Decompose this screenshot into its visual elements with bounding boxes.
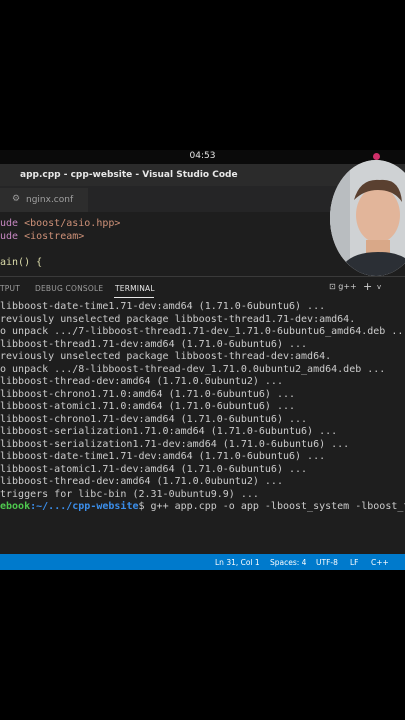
terminal-line: reviously unselected package libboost-th…	[0, 351, 332, 362]
terminal-line: reviously unselected package libboost-th…	[0, 313, 356, 325]
panel-tab-bar: TPUT DEBUG CONSOLE TERMINAL ⊡ g++ + v	[0, 276, 405, 299]
terminal-line: o unpack .../8-libboost-thread-dev_1.71.…	[0, 363, 386, 375]
tab-output[interactable]: TPUT	[0, 284, 20, 293]
terminal-line: libboost-atomic1.71.0:amd64 (1.71.0-6ubu…	[0, 401, 296, 412]
terminal-line: libboost-chrono1.71-dev:amd64 (1.71.0-6u…	[0, 413, 308, 425]
system-clock: 04:53	[189, 151, 216, 161]
terminal-line: o unpack .../7-libboost-thread1.71-dev_1…	[0, 326, 405, 337]
tab-terminal[interactable]: TERMINAL	[115, 284, 155, 293]
recording-indicator-icon	[373, 153, 380, 160]
gear-icon: ⚙	[12, 194, 21, 204]
code-line: ain() {	[0, 257, 43, 268]
window-title: app.cpp - cpp-website - Visual Studio Co…	[20, 170, 238, 180]
terminal-line: libboost-thread-dev:amd64 (1.71.0.0ubunt…	[0, 376, 283, 387]
status-eol[interactable]: LF	[350, 558, 359, 567]
terminal-line: triggers for libc-bin (2.31-0ubuntu9.9) …	[0, 488, 259, 500]
terminal-line: libboost-date-time1.71-dev:amd64 (1.71.0…	[0, 301, 326, 312]
terminal-line: libboost-serialization1.71-dev:amd64 (1.…	[0, 438, 350, 450]
status-language[interactable]: C++	[371, 558, 389, 567]
code-keyword: ude	[0, 218, 19, 229]
tab-nginx-conf[interactable]: ⚙ nginx.conf	[0, 188, 88, 212]
tab-label: nginx.conf	[26, 195, 74, 205]
terminal-line: libboost-date-time1.71-dev:amd64 (1.71.0…	[0, 451, 326, 462]
system-top-bar: 04:53	[0, 150, 405, 164]
terminal-output[interactable]: libboost-date-time1.71-dev:amd64 (1.71.0…	[0, 298, 405, 554]
prompt-user: ebook	[0, 501, 31, 512]
terminal-line: libboost-atomic1.71-dev:amd64 (1.71.0-6u…	[0, 463, 308, 475]
code-line: ude <boost/asio.hpp>	[0, 218, 120, 229]
terminal-line: libboost-thread-dev:amd64 (1.71.0.0ubunt…	[0, 476, 283, 487]
status-encoding[interactable]: UTF-8	[316, 558, 338, 567]
prompt-path: :~/.../cpp-website	[30, 501, 139, 512]
tab-debug-console[interactable]: DEBUG CONSOLE	[35, 284, 103, 293]
terminal-icon: ⊡	[329, 282, 336, 291]
terminal-line: libboost-serialization1.71.0:amd64 (1.71…	[0, 426, 338, 437]
code-string: <iostream>	[18, 231, 85, 242]
status-cursor-position[interactable]: Ln 31, Col 1	[215, 558, 260, 567]
chevron-down-icon[interactable]: v	[377, 283, 381, 291]
new-terminal-icon[interactable]: +	[363, 280, 372, 293]
code-keyword: ude	[0, 231, 19, 242]
terminal-selector[interactable]: ⊡ g++	[329, 282, 357, 291]
terminal-line: libboost-thread1.71-dev:amd64 (1.71.0-6u…	[0, 338, 308, 350]
status-bar: Ln 31, Col 1 Spaces: 4 UTF-8 LF C++	[0, 554, 405, 570]
status-indentation[interactable]: Spaces: 4	[270, 558, 306, 567]
terminal-selector-label: g++	[338, 282, 357, 291]
terminal-line: libboost-chrono1.71.0:amd64 (1.71.0-6ubu…	[0, 388, 296, 400]
prompt-command: $ g++ app.cpp -o app -lboost_system -lbo…	[138, 501, 405, 512]
terminal-prompt-line: ebook:~/.../cpp-website$ g++ app.cpp -o …	[0, 501, 405, 512]
code-string: <boost/asio.hpp>	[18, 218, 121, 229]
code-line: ude <iostream>	[0, 231, 84, 242]
